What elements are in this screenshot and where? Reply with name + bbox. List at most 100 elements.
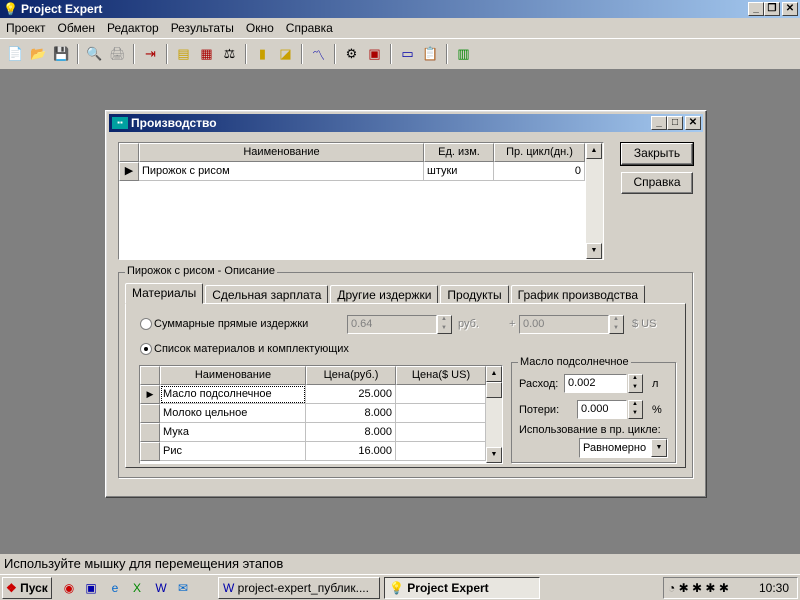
tab-materials[interactable]: Материалы [125,283,204,304]
material-price-rub-cell[interactable]: 8.000 [306,404,396,423]
app-title-bar: 💡 Project Expert _ ❐ ✕ [0,0,800,18]
scroll-down-button[interactable]: ▼ [486,447,502,463]
app-title: Project Expert [21,2,103,16]
internet-explorer-icon[interactable]: e [106,579,124,597]
scroll-thumb[interactable] [486,382,502,398]
save-icon[interactable]: ▣ [82,579,100,597]
analysis-icon[interactable]: ⚙ [340,43,363,65]
header-name[interactable]: Наименование [139,143,424,162]
scroll-up-button[interactable]: ▲ [486,366,502,382]
usd-unit-label: $ US [632,318,657,330]
material-price-usd-cell[interactable] [396,404,486,423]
material-name-cell[interactable]: Мука [160,423,306,442]
menu-window[interactable]: Окно [240,21,280,35]
cell-product-unit[interactable]: штуки [424,162,494,181]
clipboard-icon[interactable]: 📋 [419,43,442,65]
balance-icon[interactable]: ⚖ [218,43,241,65]
dialog-close-button[interactable]: ✕ [685,116,701,130]
tray-icon[interactable]: ✱ [679,581,689,595]
dialog-minimize-button[interactable]: _ [651,116,667,130]
chevron-down-icon[interactable]: ▼ [651,439,667,457]
material-price-rub-cell[interactable]: 25.000 [306,385,396,404]
loss-spinner[interactable] [628,400,643,419]
word-icon[interactable]: W [152,579,170,597]
save-icon[interactable]: 💾 [50,43,73,65]
consumption-input[interactable]: 0.002 [564,374,627,393]
new-icon[interactable]: 📄 [4,43,27,65]
products-grid[interactable]: Наименование Ед. изм. Пр. цикл(дн.) ▶ Пи… [118,142,604,260]
menu-help[interactable]: Справка [280,21,339,35]
close-dialog-button[interactable]: Закрыть [620,142,694,166]
pointer-chart-icon[interactable]: ◪ [274,43,297,65]
material-price-rub-cell[interactable]: 8.000 [306,423,396,442]
material-price-usd-cell[interactable] [396,442,486,461]
radio-materials-list[interactable] [140,343,152,355]
exit-icon[interactable]: ⇥ [139,43,162,65]
materials-scrollbar[interactable]: ▲ ▼ [486,366,502,463]
report-icon[interactable]: ▣ [363,43,386,65]
material-price-usd-cell[interactable] [396,423,486,442]
calculator-icon[interactable]: ▥ [452,43,475,65]
header-unit[interactable]: Ед. изм. [424,143,494,162]
menu-results[interactable]: Результаты [165,21,240,35]
tray-icon[interactable]: ✱ [705,581,715,595]
tab-piece-wages[interactable]: Сдельная зарплата [205,285,329,304]
line-chart-icon[interactable]: 〽 [307,43,330,65]
material-name-cell[interactable]: Масло подсолнечное [160,385,306,404]
cell-product-name[interactable]: Пирожок с рисом [139,162,424,181]
tab-products[interactable]: Продукты [440,285,509,304]
header-material-name[interactable]: Наименование [160,366,306,385]
restore-button[interactable]: ❐ [764,2,780,16]
dialog-maximize-button[interactable]: □ [667,116,683,130]
minimize-button[interactable]: _ [748,2,764,16]
menu-editor[interactable]: Редактор [101,21,165,35]
browser-icon[interactable]: ◉ [60,579,78,597]
print-icon[interactable]: 🖨 [106,43,129,65]
tab-other-costs[interactable]: Другие издержки [330,285,439,304]
products-scrollbar[interactable]: ▲ ▼ [586,143,603,259]
consumption-spinner[interactable] [628,374,643,393]
radio-materials-list-label[interactable]: Список материалов и комплектующих [154,343,349,355]
loss-input[interactable]: 0.000 [577,400,627,419]
start-button[interactable]: ❖ Пуск [2,577,52,599]
open-icon[interactable]: 📂 [27,43,50,65]
excel-icon[interactable]: X [128,579,146,597]
total-usd-input[interactable]: 0.00 [519,315,609,334]
chart-icon[interactable]: ▮ [251,43,274,65]
material-price-rub-cell[interactable]: 16.000 [306,442,396,461]
material-price-usd-cell[interactable] [396,385,486,404]
header-cycle[interactable]: Пр. цикл(дн.) [494,143,585,162]
clock[interactable]: 10:30 [759,578,789,598]
radio-total-costs[interactable] [140,318,152,330]
menu-project[interactable]: Проект [0,21,52,35]
task-project-expert[interactable]: 💡 Project Expert [384,577,540,599]
task-word-document[interactable]: W project-expert_публик.... [218,577,380,599]
header-price-usd[interactable]: Цена($ US) [396,366,486,385]
notes-icon[interactable]: ▤ [172,43,195,65]
tray-icon[interactable]: ✱ [719,581,729,595]
preview-icon[interactable]: 🔍 [83,43,106,65]
tab-production-schedule[interactable]: График производства [510,285,646,304]
window-icon[interactable]: ▭ [396,43,419,65]
close-button[interactable]: ✕ [782,2,798,16]
toolbar-separator [301,44,303,64]
total-usd-spinner[interactable] [609,315,624,334]
header-price-rub[interactable]: Цена(руб.) [306,366,396,385]
total-rub-input[interactable]: 0.64 [347,315,437,334]
material-name-cell[interactable]: Молоко цельное [160,404,306,423]
total-rub-spinner[interactable] [437,315,452,334]
scroll-up-button[interactable]: ▲ [586,143,602,159]
cashflow-icon[interactable]: ▦ [195,43,218,65]
material-name-cell[interactable]: Рис [160,442,306,461]
materials-grid[interactable]: Наименование Цена(руб.) Цена($ US) ▶ Мас… [139,365,503,464]
outlook-icon[interactable]: ✉ [174,579,192,597]
menu-exchange[interactable]: Обмен [52,21,102,35]
help-button[interactable]: Справка [621,172,693,194]
tray-icon[interactable]: ✱ [692,581,702,595]
tray-icon[interactable]: ◔ [668,581,675,595]
usage-label: Использование в пр. цикле: [519,424,661,436]
radio-total-costs-label[interactable]: Суммарные прямые издержки [154,318,308,330]
usage-select[interactable]: Равномерно ▼ [579,438,668,458]
scroll-down-button[interactable]: ▼ [586,243,602,259]
cell-product-cycle[interactable]: 0 [494,162,585,181]
